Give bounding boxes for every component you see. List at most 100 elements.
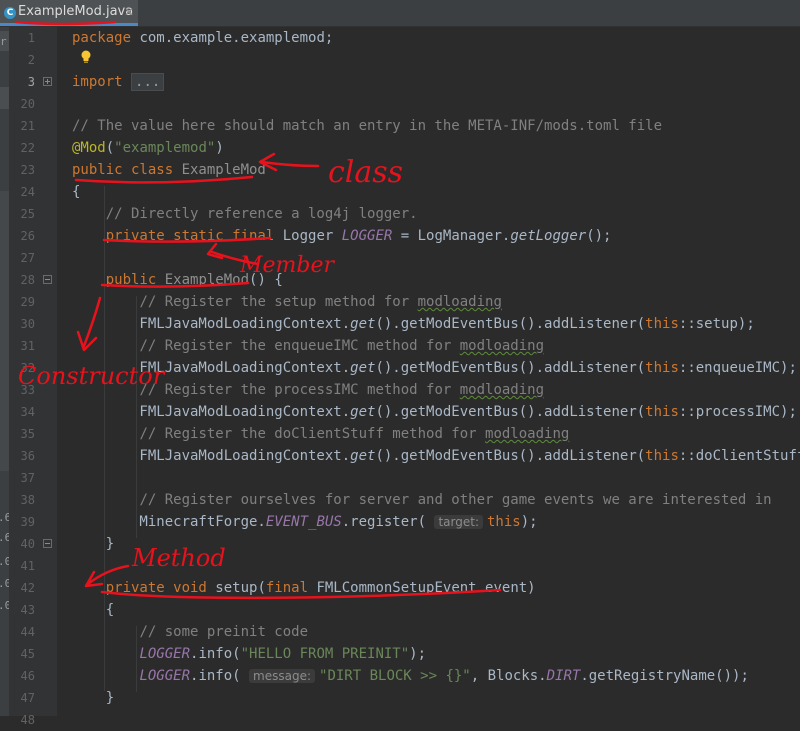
code-line[interactable]: public class ExampleMod	[72, 159, 266, 181]
code-token: ::processIMC);	[678, 404, 797, 420]
code-token: Logger	[282, 228, 342, 244]
code-token: "HELLO FROM PREINIT"	[240, 646, 410, 662]
fold-toggle-icon[interactable]	[43, 77, 52, 86]
line-number-text: 42	[20, 581, 35, 595]
tab-examplemod-java[interactable]: C ExampleMod.java ✕	[0, 0, 138, 26]
code-editor[interactable]: package com.example.examplemod; import ..…	[57, 27, 800, 716]
fold-toggle-icon[interactable]	[43, 275, 52, 284]
line-number[interactable]: 32	[9, 357, 57, 379]
line-number[interactable]: 22	[9, 137, 57, 159]
line-number[interactable]: 29	[9, 291, 57, 313]
code-token: "DIRT BLOCK >> {}"	[319, 668, 471, 684]
lightbulb-icon[interactable]	[80, 50, 92, 64]
line-number[interactable]: 25	[9, 203, 57, 225]
code-token: )	[215, 140, 224, 156]
code-line[interactable]: LOGGER.info("HELLO FROM PREINIT");	[72, 643, 426, 665]
code-token: (	[105, 140, 115, 156]
line-number-text: 25	[20, 207, 35, 221]
project-panel-edge: r .6 .6 .0 .0 .0	[0, 27, 11, 716]
code-token: public class	[72, 162, 182, 178]
code-line[interactable]: // Register the enqueueIMC method for mo…	[72, 335, 544, 357]
code-token: com.example.examplemod;	[139, 30, 334, 46]
line-number[interactable]: 46	[9, 665, 57, 687]
line-number-text: 23	[20, 163, 35, 177]
fold-toggle-icon[interactable]	[43, 539, 52, 548]
panel-edge-block	[0, 191, 9, 471]
line-number[interactable]: 33	[9, 379, 57, 401]
line-number[interactable]: 30	[9, 313, 57, 335]
code-token: modloading	[459, 338, 545, 354]
code-token: () {	[249, 272, 283, 288]
line-number[interactable]: 1	[9, 27, 57, 49]
code-line[interactable]: // Register ourselves for server and oth…	[72, 489, 771, 511]
code-line[interactable]: LOGGER.info( message: "DIRT BLOCK >> {}",…	[72, 665, 749, 687]
code-line[interactable]: }	[72, 533, 114, 555]
line-number[interactable]: 43	[9, 599, 57, 621]
code-line[interactable]: // Register the doClientStuff method for…	[72, 423, 569, 445]
line-number[interactable]: 39	[9, 511, 57, 533]
line-number[interactable]: 21	[9, 115, 57, 137]
code-line[interactable]: import ...	[72, 71, 165, 93]
line-number[interactable]: 41	[9, 555, 57, 577]
line-number[interactable]: 37	[9, 467, 57, 489]
line-number-text: 20	[20, 97, 35, 111]
code-line[interactable]: // Register the processIMC method for mo…	[72, 379, 544, 401]
code-token: this	[645, 360, 679, 376]
code-line[interactable]: }	[72, 687, 114, 709]
line-number[interactable]: 2	[9, 49, 57, 71]
line-number[interactable]: 42	[9, 577, 57, 599]
code-line[interactable]: FMLJavaModLoadingContext.get().getModEve…	[72, 313, 754, 335]
line-number[interactable]: 27	[9, 247, 57, 269]
line-number[interactable]: 45	[9, 643, 57, 665]
code-token: setup(	[215, 580, 266, 596]
line-number[interactable]: 38	[9, 489, 57, 511]
code-line[interactable]: {	[72, 599, 114, 621]
line-number-text: 41	[20, 559, 35, 573]
code-line[interactable]: // some preinit code	[72, 621, 308, 643]
line-number[interactable]: 28	[9, 269, 57, 291]
code-line[interactable]: @Mod("examplemod")	[72, 137, 224, 159]
code-line[interactable]: FMLJavaModLoadingContext.get().getModEve…	[72, 357, 797, 379]
code-line[interactable]: FMLJavaModLoadingContext.get().getModEve…	[72, 445, 800, 467]
line-number[interactable]: 20	[9, 93, 57, 115]
line-number[interactable]: 3	[9, 71, 57, 93]
code-token: // Register the processIMC method for	[139, 382, 460, 398]
code-token: = LogManager.	[392, 228, 511, 244]
line-number-text: 22	[20, 141, 35, 155]
code-line[interactable]: MinecraftForge.EVENT_BUS.register( targe…	[72, 511, 537, 533]
line-number[interactable]: 44	[9, 621, 57, 643]
line-number[interactable]: 40	[9, 533, 57, 555]
code-token: .getRegistryName());	[580, 668, 749, 684]
line-number[interactable]: 36	[9, 445, 57, 467]
code-token: modloading	[459, 382, 545, 398]
code-token: ().getModEventBus().addListener(	[375, 316, 646, 332]
code-line[interactable]: private static final Logger LOGGER = Log…	[72, 225, 612, 247]
code-line[interactable]: // The value here should match an entry …	[72, 115, 662, 137]
line-number[interactable]: 26	[9, 225, 57, 247]
line-number[interactable]: 23	[9, 159, 57, 181]
code-token: get	[350, 404, 376, 420]
line-number[interactable]: 24	[9, 181, 57, 203]
line-number[interactable]: 48	[9, 709, 57, 731]
code-line[interactable]: // Directly reference a log4j logger.	[72, 203, 418, 225]
line-number[interactable]: 47	[9, 687, 57, 709]
parameter-hint: message:	[249, 669, 316, 683]
code-token: ::enqueueIMC);	[678, 360, 797, 376]
code-line[interactable]: FMLJavaModLoadingContext.get().getModEve…	[72, 401, 797, 423]
close-tab-icon[interactable]: ✕	[124, 5, 134, 19]
line-number[interactable]: 34	[9, 401, 57, 423]
line-number[interactable]: 31	[9, 335, 57, 357]
code-line[interactable]: {	[72, 181, 80, 203]
code-line[interactable]: // Register the setup method for modload…	[72, 291, 501, 313]
line-number[interactable]: 35	[9, 423, 57, 445]
tab-label: ExampleMod.java	[18, 4, 134, 19]
code-token: FMLJavaModLoadingContext.	[72, 316, 351, 332]
code-line[interactable]: public ExampleMod() {	[72, 269, 283, 291]
code-token: private static final	[105, 228, 283, 244]
code-line[interactable]: package com.example.examplemod;	[72, 27, 333, 49]
code-line[interactable]: private void setup(final FMLCommonSetupE…	[72, 577, 536, 599]
code-token: this	[486, 514, 521, 530]
line-number-text: 39	[20, 515, 35, 529]
